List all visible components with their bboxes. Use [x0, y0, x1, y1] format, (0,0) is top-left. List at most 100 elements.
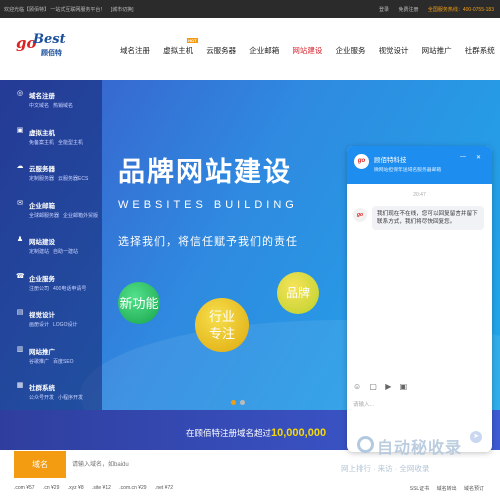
nav-item-website[interactable]: 网站建设: [292, 45, 322, 56]
domain-transfer-link[interactable]: 域名转出: [437, 486, 457, 492]
tld-price[interactable]: .com ¥57: [14, 485, 35, 491]
sidebar-sub-links: 定制服务器 云服务器ECS: [29, 175, 92, 182]
video-icon[interactable]: ▶: [385, 382, 391, 391]
sidebar-item-title: 网站建设: [29, 239, 55, 246]
sidebar-sub-link[interactable]: 免备案主机: [29, 140, 54, 146]
category-sidebar: ◎ 域名注册中文域名 热销域名 ▣ 虚拟主机 免备案主机 全能型主机 ☁ 云服务器 定制服务器 云服…: [0, 80, 102, 410]
sidebar-sub-link[interactable]: 定制建站: [29, 249, 49, 255]
hotline-text: 全国服务热线：400-0755-183: [427, 7, 494, 13]
live-chat-panel: go 顾佰特科技 微网站担保年送域名服务器邮箱 — ✕ 20:47 go 我们现…: [347, 146, 492, 452]
sidebar-sub-link[interactable]: 自助一建站: [53, 249, 78, 255]
main-nav: 域名注册 虚拟主机 HOT 云服务器 企业邮箱 网站建设 企业服务 视觉设计 网站…: [120, 38, 500, 56]
sidebar-sub-link[interactable]: 全球邮服务器: [29, 213, 59, 219]
chat-input[interactable]: 请输入...: [353, 400, 374, 408]
site-header: go Best 顾佰特 域名注册 虚拟主机 HOT 云服务器 企业邮箱 网站建设 …: [0, 18, 500, 80]
sidebar-sub-link[interactable]: 400电话申请号: [53, 286, 86, 292]
tld-price[interactable]: .com.cn ¥29: [119, 485, 146, 491]
sidebar-item-title: 社群系统: [29, 385, 55, 392]
nav-item-enterprise[interactable]: 企业服务: [335, 45, 365, 56]
sidebar-item[interactable]: ☎ 企业服务注册公司 400电话申请号: [0, 267, 102, 304]
ssl-link[interactable]: SSL证书: [410, 486, 429, 492]
sidebar-item-title: 域名注册: [29, 93, 55, 100]
watermark-logo-icon: [357, 436, 374, 453]
site-logo[interactable]: go Best 顾佰特: [16, 30, 80, 60]
minimize-icon[interactable]: —: [460, 154, 466, 160]
tld-price[interactable]: .site ¥12: [92, 485, 111, 491]
logo-cn: 顾佰特: [41, 50, 62, 57]
hero-title: 品牌网站建设: [118, 157, 292, 187]
chart-icon: ▥: [16, 345, 24, 353]
city-switch-link[interactable]: [城市切换]: [111, 7, 134, 13]
sidebar-item[interactable]: ◎ 域名注册中文域名 热销域名: [0, 84, 102, 121]
sidebar-sub-links: 画册设计 LOGO设计: [29, 321, 81, 328]
nav-item-domain[interactable]: 域名注册: [120, 45, 150, 56]
sidebar-sub-link[interactable]: 百度SEO: [53, 359, 74, 365]
tld-price[interactable]: .xyz ¥8: [68, 485, 84, 491]
hot-badge: HOT: [187, 38, 198, 43]
sidebar-item[interactable]: ▤ 视觉设计 画册设计 LOGO设计: [0, 303, 102, 340]
sidebar-sub-link[interactable]: 热销域名: [53, 103, 73, 109]
chat-toolbar: ☺ ▢ ▶ ▣: [353, 382, 413, 391]
sidebar-item[interactable]: ▣ 虚拟主机 免备案主机 全能型主机: [0, 121, 102, 158]
quick-links: SSL证书 域名转出 域名预订: [404, 485, 484, 492]
sidebar-item[interactable]: ☁ 云服务器 定制服务器 云服务器ECS: [0, 157, 102, 194]
sidebar-item[interactable]: ▥ 网站推广谷歌推广 百度SEO: [0, 340, 102, 377]
phone-icon: ☎: [16, 272, 25, 280]
sidebar-sub-links: 注册公司 400电话申请号: [29, 285, 90, 292]
sidebar-sub-link[interactable]: 画册设计: [29, 322, 49, 328]
sidebar-sub-link[interactable]: 定制服务器: [29, 176, 54, 182]
sidebar-item-title: 网站推广: [29, 348, 55, 356]
mail-icon: ✉: [17, 199, 23, 207]
nav-item-promotion[interactable]: 网站推广: [422, 45, 452, 56]
carousel-dots: [231, 400, 249, 407]
chat-header: go 顾佰特科技 微网站担保年送域名服务器邮箱 — ✕: [347, 146, 492, 184]
sidebar-sub-link[interactable]: 全能型主机: [58, 140, 83, 146]
sidebar-sub-link[interactable]: 企业邮箱外贸版: [63, 213, 98, 219]
promo-label: 在顾佰特注册域名超过: [186, 428, 272, 438]
carousel-dot[interactable]: [231, 400, 236, 405]
sidebar-item-title: 企业服务: [29, 275, 55, 283]
sidebar-item[interactable]: ♟ 网站建设 定制建站 自助一建站: [0, 230, 102, 267]
nav-item-community[interactable]: 社群系统: [465, 45, 495, 56]
bubble-new-feature: 新功能: [118, 282, 160, 324]
sidebar-sub-link[interactable]: LOGO设计: [53, 322, 77, 328]
tld-price[interactable]: .net ¥72: [155, 485, 173, 491]
logo-best: Best: [33, 32, 66, 47]
tld-price[interactable]: .cn ¥29: [43, 485, 59, 491]
tld-price-list: .com ¥57 .cn ¥29 .xyz ¥8 .site ¥12 .com.…: [14, 485, 180, 491]
nav-item-hosting[interactable]: 虚拟主机 HOT: [163, 38, 198, 56]
domain-reserve-link[interactable]: 域名预订: [464, 486, 484, 492]
emoji-icon[interactable]: ☺: [353, 382, 361, 391]
cloud-icon: ☁: [16, 163, 24, 170]
sidebar-item[interactable]: ▦ 社群系统公众号开发 小程序开发: [0, 376, 102, 413]
nav-item-design[interactable]: 视觉设计: [379, 45, 409, 56]
sidebar-sub-link[interactable]: 云服务器ECS: [58, 176, 88, 182]
chat-avatar: go: [354, 154, 369, 169]
chat-company-name: 顾佰特科技: [374, 157, 407, 164]
sidebar-item[interactable]: ✉ 企业邮箱 全球邮服务器 企业邮箱外贸版: [0, 194, 102, 231]
globe-icon: ◎: [16, 90, 24, 97]
watermark-subtitle: 网上排行 · 来访 · 全网收录: [341, 464, 430, 473]
sidebar-sub-link[interactable]: 小程序开发: [58, 395, 83, 401]
group-icon: ▦: [16, 382, 24, 389]
hero-subtitle-en: WEBSITES BUILDING: [118, 199, 298, 211]
welcome-text: 欢迎光临【顾佰特】 一站式互联网服务平台！: [4, 7, 106, 13]
sidebar-sub-link[interactable]: 中文域名: [29, 103, 49, 109]
login-link[interactable]: 登录: [379, 7, 389, 13]
sidebar-sub-link[interactable]: 谷歌推广: [29, 359, 49, 365]
nav-item-mail[interactable]: 企业邮箱: [249, 45, 279, 56]
chat-message: 我们现在不在线，您可以回复留言并留下联系方式，我们将尽快回复您。: [372, 206, 484, 230]
sidebar-sub-link[interactable]: 公众号开发: [29, 395, 54, 401]
image-icon[interactable]: ▢: [369, 382, 377, 391]
close-icon[interactable]: ✕: [476, 154, 481, 161]
sidebar-sub-links: 公众号开发 小程序开发: [29, 394, 87, 401]
hero-slogan: 选择我们，将信任赋予我们的责任: [118, 236, 298, 248]
sidebar-sub-link[interactable]: 注册公司: [29, 286, 49, 292]
file-icon[interactable]: ▣: [400, 382, 408, 391]
sidebar-sub-links: 全球邮服务器 企业邮箱外贸版: [29, 212, 102, 219]
nav-item-cloud[interactable]: 云服务器: [206, 45, 236, 56]
chat-timestamp: 20:47: [413, 192, 426, 198]
promo-number: 10,000,000: [271, 427, 327, 439]
carousel-dot[interactable]: [240, 400, 245, 405]
register-link[interactable]: 免费注册: [398, 7, 418, 13]
